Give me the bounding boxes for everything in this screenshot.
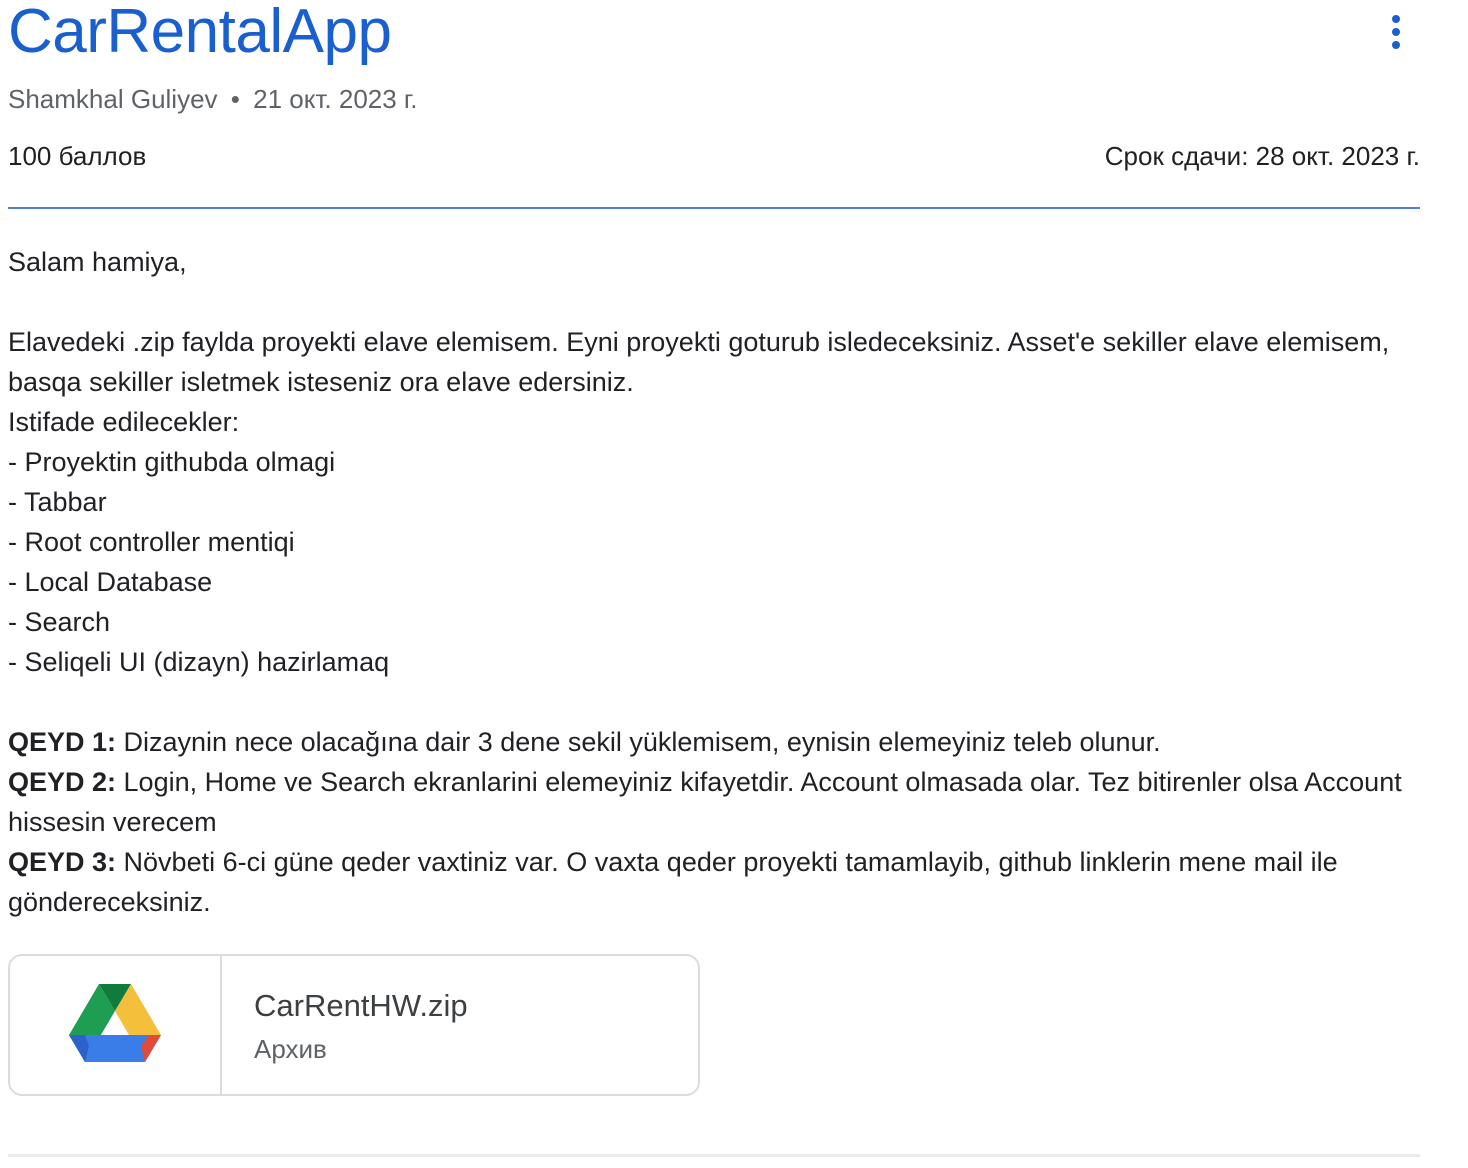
posted-date: 21 окт. 2023 г. — [253, 84, 418, 114]
list-item: - Local Database — [8, 567, 213, 597]
note-3: QEYD 3: Növbeti 6-ci güne qeder vaxtiniz… — [8, 842, 1428, 922]
header-divider — [8, 207, 1420, 209]
list-item: - Seliqeli UI (dizayn) hazirlamaq — [8, 647, 390, 677]
assignment-description: Salam hamiya, Elavedeki .zip faylda proy… — [8, 242, 1428, 922]
attachment-name[interactable]: CarRentHW.zip — [254, 986, 468, 1026]
due-date-label: Срок сдачи: 28 окт. 2023 г. — [1104, 141, 1420, 171]
list-item: - Tabbar — [8, 487, 107, 517]
author-name: Shamkhal Guliyev — [8, 84, 218, 114]
more-vert-icon-dot — [1392, 41, 1400, 49]
attachment-card[interactable]: CarRentHW.zip Архив — [8, 954, 700, 1096]
note-1: QEYD 1: Dizaynin nece olacağına dair 3 d… — [8, 722, 1428, 762]
greeting-text: Salam hamiya, — [8, 247, 187, 277]
note-text: Login, Home ve Search ekranlarini elemey… — [8, 767, 1410, 837]
intro-text: Elavedeki .zip faylda proyekti elave ele… — [8, 327, 1397, 397]
note-label: QEYD 3: — [8, 847, 117, 877]
list-title: Istifade edilecekler: — [8, 407, 240, 437]
google-drive-icon — [69, 984, 161, 1062]
note-label: QEYD 2: — [8, 767, 117, 797]
meta-separator: • — [230, 84, 240, 114]
list-item: - Proyektin githubda olmagi — [8, 447, 336, 477]
note-2: QEYD 2: Login, Home ve Search ekranlarin… — [8, 762, 1428, 842]
points-label: 100 баллов — [8, 141, 147, 171]
attachment-info: CarRentHW.zip Архив — [222, 956, 468, 1094]
more-vert-icon-dot — [1392, 28, 1400, 36]
list-item: - Search — [8, 607, 111, 637]
list-item: - Root controller mentiqi — [8, 527, 295, 557]
assignment-meta: Shamkhal Guliyev • 21 окт. 2023 г. — [8, 82, 417, 116]
note-text: Növbeti 6-ci güne qeder vaxtiniz var. O … — [8, 847, 1346, 917]
bottom-divider — [8, 1154, 1420, 1157]
attachment-thumbnail — [10, 956, 222, 1094]
more-vert-icon — [1392, 15, 1400, 23]
assignment-title: CarRentalApp — [8, 0, 392, 66]
attachment-type: Архив — [254, 1034, 327, 1064]
note-label: QEYD 1: — [8, 727, 117, 757]
note-text: Dizaynin nece olacağına dair 3 dene seki… — [116, 727, 1161, 757]
more-options-button[interactable] — [1376, 12, 1416, 52]
